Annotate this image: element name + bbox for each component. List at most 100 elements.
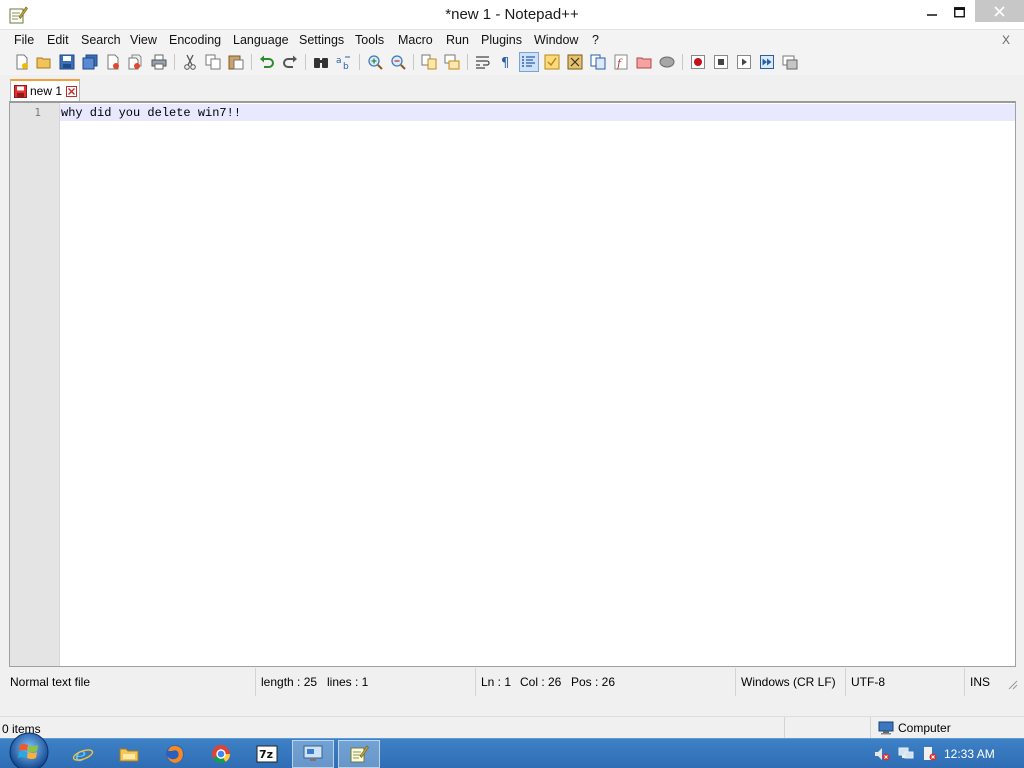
new-file-button[interactable] (13, 53, 31, 71)
macro-save-button[interactable] (781, 53, 799, 71)
menu-file[interactable]: File (14, 33, 34, 47)
status-encoding[interactable]: UTF-8 (845, 668, 885, 696)
action-center-icon[interactable] (922, 746, 938, 762)
document-map-button[interactable] (566, 53, 584, 71)
status-file-type: Normal text file (10, 675, 91, 689)
menu-language[interactable]: Language (233, 33, 289, 47)
show-all-characters-button[interactable]: ¶ (497, 53, 515, 71)
macro-record-button[interactable] (689, 53, 707, 71)
menu-window[interactable]: Window (534, 33, 578, 47)
editor-line[interactable]: why did you delete win7!! (61, 106, 241, 120)
maximize-icon (953, 6, 965, 17)
zoom-in-button[interactable] (366, 53, 384, 71)
redo-button[interactable] (281, 53, 299, 71)
indent-guide-icon (522, 56, 535, 68)
menu-tools[interactable]: Tools (355, 33, 384, 47)
folder-as-workspace-button[interactable]: f (612, 53, 630, 71)
menu-edit[interactable]: Edit (47, 33, 69, 47)
maximize-button[interactable] (943, 0, 975, 24)
menu-help[interactable]: ? (592, 33, 599, 47)
replace-icon: ab (336, 56, 350, 70)
close-document-button[interactable]: X (1002, 33, 1010, 47)
document-tab-bar: new 1 (0, 76, 1024, 101)
undo-button[interactable] (258, 53, 276, 71)
unsaved-file-icon (14, 84, 27, 98)
status-column: Col : 26 (520, 675, 562, 689)
resize-grip-icon[interactable] (1008, 680, 1018, 690)
taskbar: e 7z 12:33 AM (0, 732, 1024, 768)
close-window-button[interactable] (975, 0, 1024, 22)
open-file-button[interactable] (35, 53, 53, 71)
find-button[interactable] (312, 53, 330, 71)
status-line: Ln : 1 (475, 668, 511, 696)
computer-icon (878, 721, 894, 735)
taskbar-chrome[interactable] (200, 740, 242, 768)
svg-text:7z: 7z (259, 748, 273, 761)
volume-muted-icon[interactable] (874, 746, 890, 762)
record-icon (691, 55, 705, 69)
menu-encoding[interactable]: Encoding (169, 33, 221, 47)
fast-forward-icon (760, 55, 774, 69)
toolbar-separator (359, 54, 360, 70)
menu-view[interactable]: View (130, 33, 157, 47)
start-button-icon[interactable] (8, 731, 50, 768)
taskbar-internet-explorer[interactable]: e (62, 740, 104, 768)
sync-vertical-button[interactable] (420, 53, 438, 71)
status-eol[interactable]: Windows (CR LF) (735, 668, 836, 696)
word-wrap-button[interactable] (474, 53, 492, 71)
zone-label: Computer (898, 721, 951, 735)
zoom-in-icon (368, 55, 383, 70)
close-all-button[interactable] (126, 53, 144, 71)
internet-explorer-icon: e (72, 744, 94, 765)
save-macro-icon (782, 55, 798, 70)
status-lines: lines : 1 (327, 675, 369, 689)
undo-icon (260, 55, 274, 68)
taskbar-7zip[interactable]: 7z (246, 740, 288, 768)
indent-guide-button[interactable] (519, 52, 539, 72)
folder-icon (636, 57, 652, 69)
menu-settings[interactable]: Settings (299, 33, 344, 47)
close-file-button[interactable] (104, 53, 122, 71)
status-bar: Normal text file length : 25 lines : 1 L… (0, 668, 1024, 696)
zoom-out-icon (391, 55, 406, 70)
sync-horizontal-button[interactable] (443, 53, 461, 71)
taskbar-clock[interactable]: 12:33 AM (944, 747, 995, 761)
print-button[interactable] (150, 53, 168, 71)
cut-button[interactable] (181, 53, 199, 71)
monitoring-button[interactable] (658, 53, 676, 71)
redo-icon (283, 55, 297, 68)
toolbar-separator (682, 54, 683, 70)
svg-text:b: b (343, 62, 349, 70)
remote-desktop-icon (303, 745, 323, 761)
macro-stop-button[interactable] (712, 53, 730, 71)
taskbar-firefox[interactable] (154, 740, 196, 768)
tab-new-1[interactable]: new 1 (10, 79, 80, 101)
taskbar-notepadpp[interactable] (338, 740, 380, 768)
macro-run-multiple-button[interactable] (758, 53, 776, 71)
macro-play-button[interactable] (735, 53, 753, 71)
paste-button[interactable] (227, 53, 245, 71)
taskbar-remote-desktop[interactable] (292, 740, 334, 768)
taskbar-file-explorer[interactable] (108, 740, 150, 768)
menu-plugins[interactable]: Plugins (481, 33, 522, 47)
save-all-button[interactable] (81, 53, 99, 71)
function-list-button[interactable] (589, 53, 607, 71)
replace-button[interactable]: ab (335, 53, 353, 71)
menu-macro[interactable]: Macro (398, 33, 433, 47)
toolbar-separator (251, 54, 252, 70)
close-file-icon (107, 54, 119, 70)
folder-workspace-button[interactable] (635, 53, 653, 71)
menu-search[interactable]: Search (81, 33, 121, 47)
line-number: 1 (34, 106, 41, 119)
title-bar: *new 1 - Notepad++ (0, 0, 1024, 30)
copy-button[interactable] (204, 53, 222, 71)
network-icon[interactable] (898, 746, 914, 762)
menu-run[interactable]: Run (446, 33, 469, 47)
status-insert-mode[interactable]: INS (964, 668, 990, 696)
text-editor[interactable]: 1 why did you delete win7!! (9, 101, 1016, 667)
tab-close-icon[interactable] (66, 85, 78, 97)
zoom-out-button[interactable] (389, 53, 407, 71)
firefox-icon (166, 745, 184, 763)
save-button[interactable] (58, 53, 76, 71)
user-defined-language-button[interactable] (543, 53, 561, 71)
